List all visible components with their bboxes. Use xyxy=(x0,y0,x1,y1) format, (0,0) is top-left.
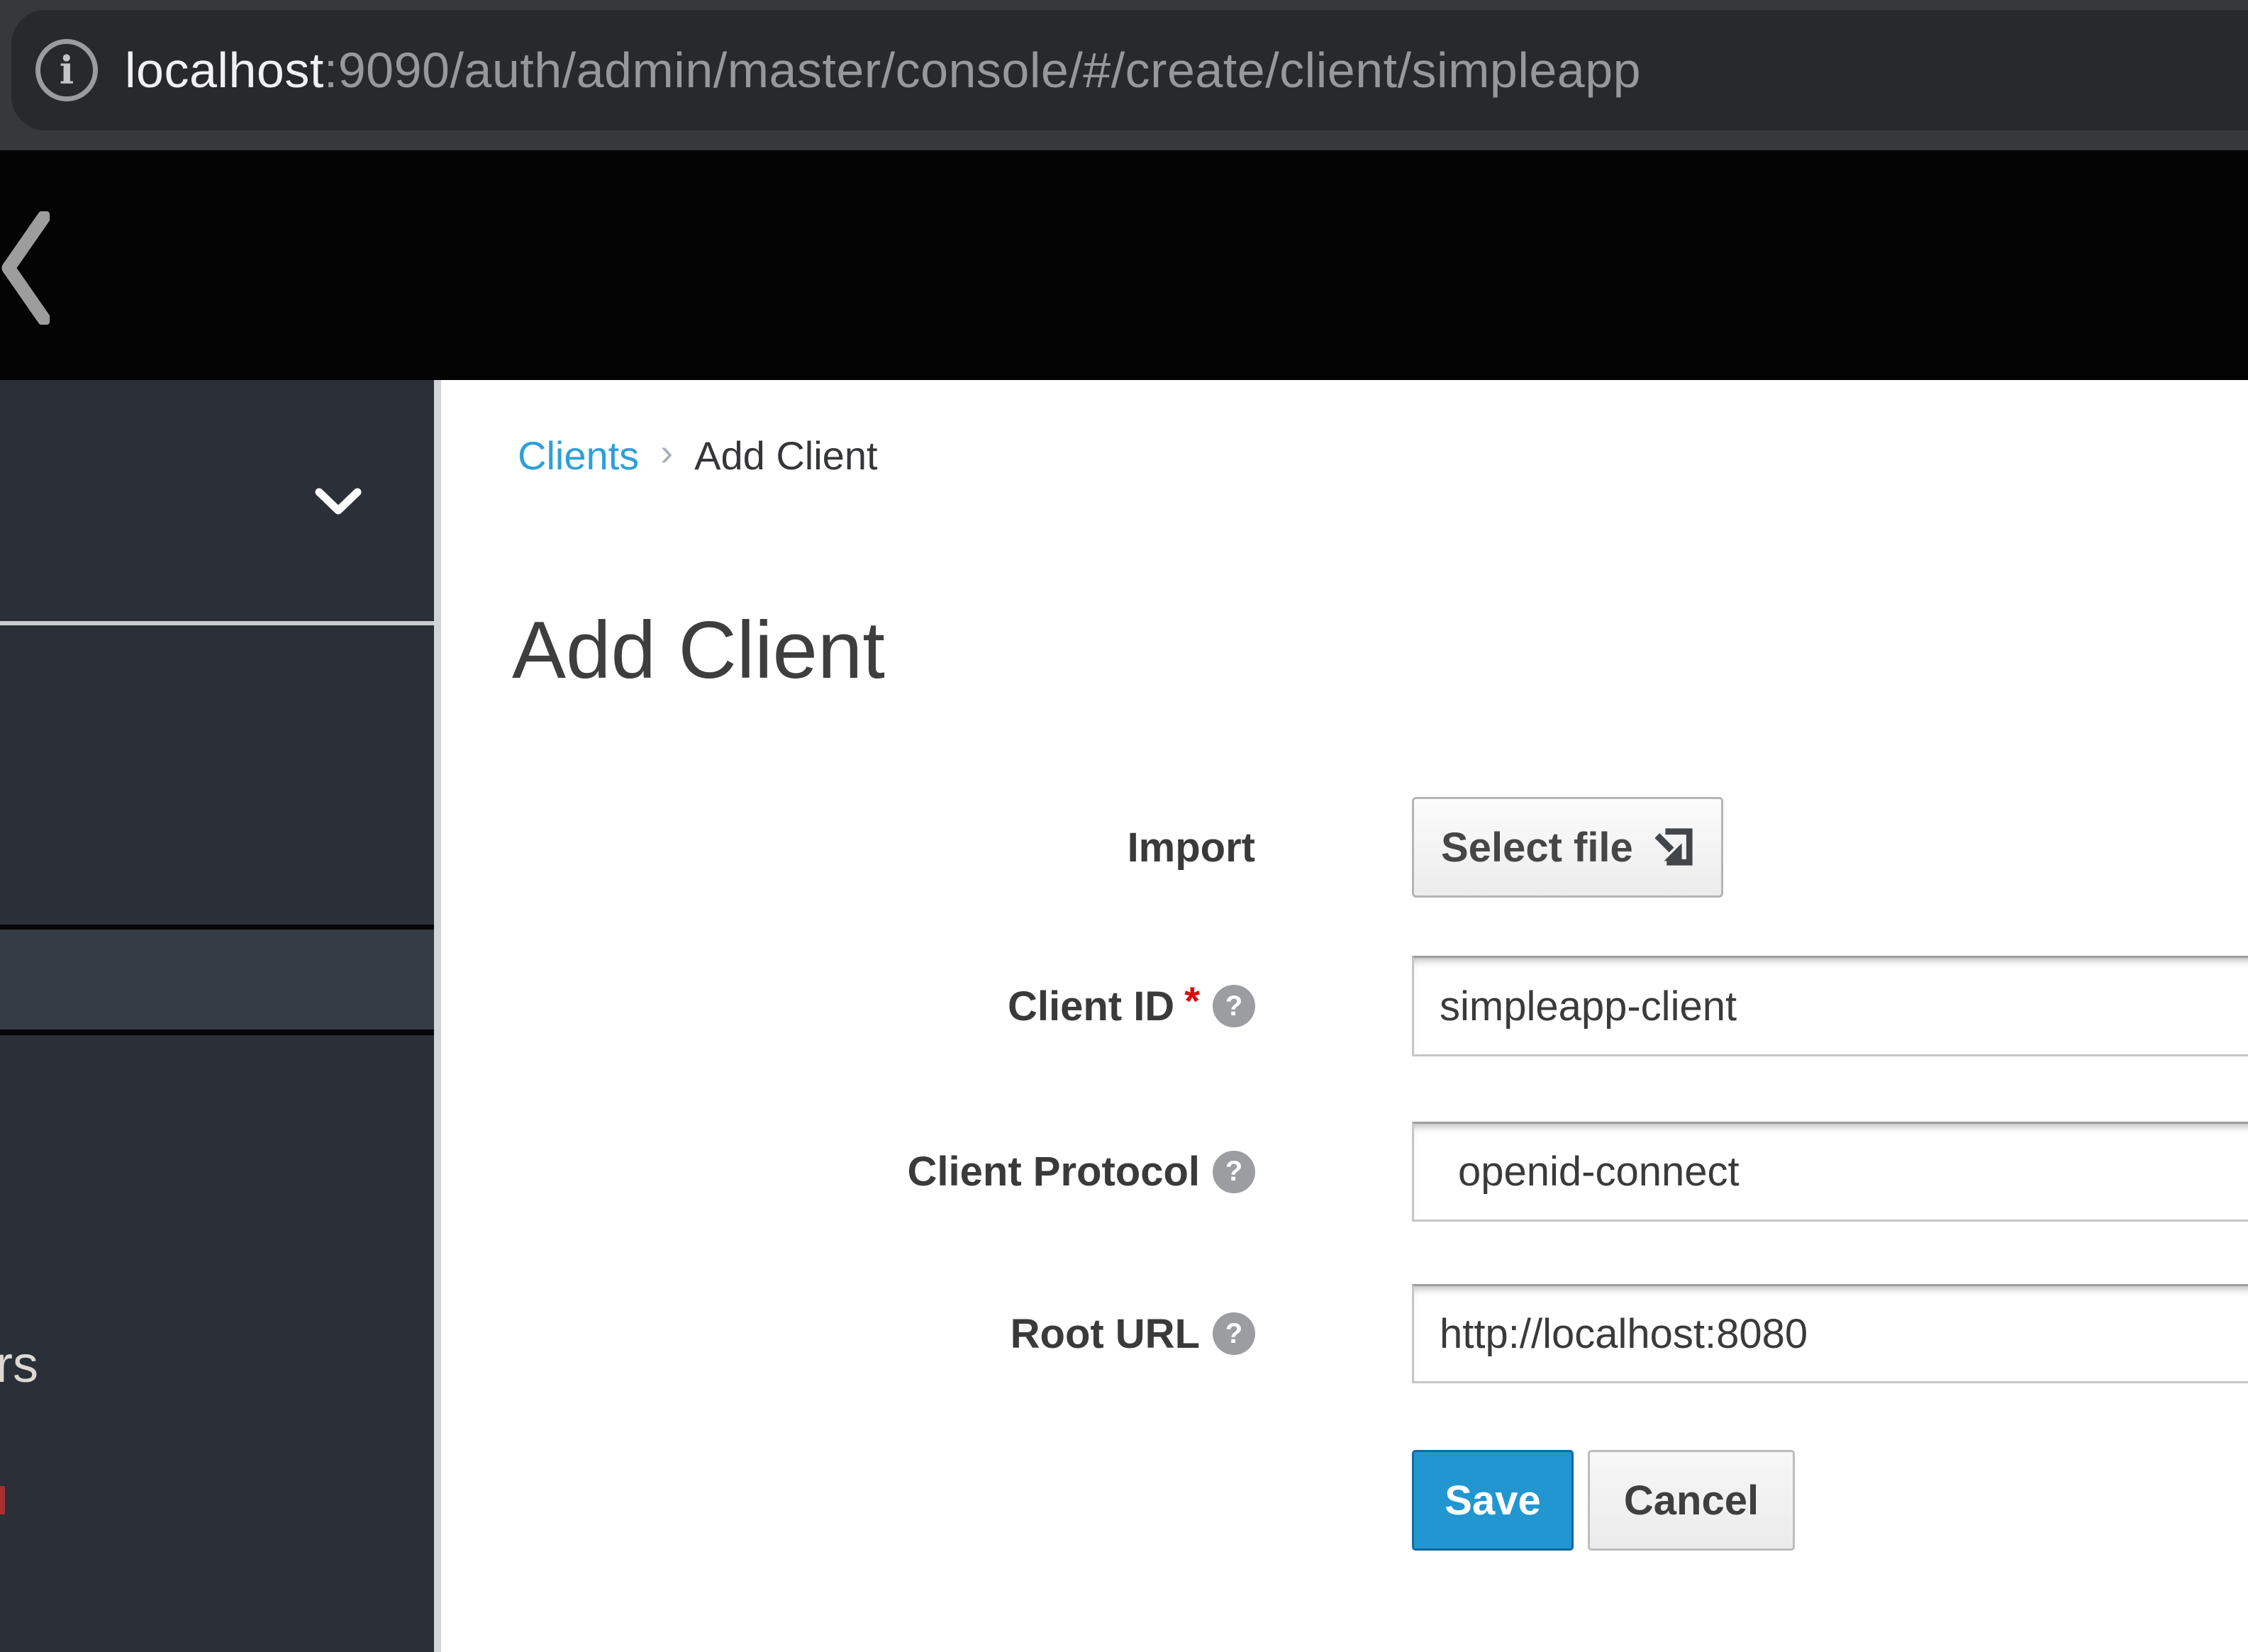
client-id-input[interactable] xyxy=(1412,956,2248,1056)
required-asterisk: * xyxy=(1184,978,1200,1024)
select-file-label: Select file xyxy=(1441,824,1633,871)
form-row-client-id: Client ID * ? xyxy=(0,956,2248,1056)
help-glyph: ? xyxy=(1225,1156,1242,1188)
help-icon[interactable]: ? xyxy=(1213,985,1255,1027)
chevron-right-icon: › xyxy=(660,430,673,474)
app-header xyxy=(0,150,2248,380)
import-icon xyxy=(1653,827,1694,868)
help-icon[interactable]: ? xyxy=(1213,1312,1255,1355)
save-button[interactable]: Save xyxy=(1412,1450,1574,1551)
form-row-root-url: Root URL ? xyxy=(0,1284,2248,1383)
address-bar[interactable]: i localhost:9090/auth/admin/master/conso… xyxy=(11,10,2248,130)
import-label: Import xyxy=(1128,824,1255,871)
chevron-down-icon[interactable] xyxy=(315,488,362,518)
help-icon[interactable]: ? xyxy=(1213,1151,1255,1193)
info-glyph: i xyxy=(60,51,74,89)
form-row-client-protocol: Client Protocol ? openid-connect xyxy=(0,1122,2248,1222)
client-protocol-value: openid-connect xyxy=(1458,1148,1740,1195)
logo-fragment-icon xyxy=(0,211,50,325)
breadcrumb-clients-link[interactable]: Clients xyxy=(518,432,639,479)
cancel-button[interactable]: Cancel xyxy=(1588,1450,1795,1551)
url-path: :9090/auth/admin/master/console/#/create… xyxy=(324,43,1641,98)
url-text: localhost:9090/auth/admin/master/console… xyxy=(125,42,1641,99)
client-protocol-label: Client Protocol xyxy=(908,1148,1200,1195)
keycloak-add-client-screen: i localhost:9090/auth/admin/master/conso… xyxy=(0,0,2248,1652)
page-title: Add Client xyxy=(512,604,885,697)
url-host: localhost xyxy=(125,43,324,98)
browser-url-bar: i localhost:9090/auth/admin/master/conso… xyxy=(0,0,2248,150)
client-id-label: Client ID xyxy=(1008,983,1174,1030)
form-row-import: Import Select file xyxy=(0,797,2248,898)
root-url-input[interactable] xyxy=(1412,1284,2248,1383)
select-file-button[interactable]: Select file xyxy=(1412,797,1723,898)
client-protocol-select[interactable]: openid-connect xyxy=(1412,1122,2248,1222)
help-glyph: ? xyxy=(1225,1318,1242,1350)
sidebar-divider xyxy=(0,621,434,625)
help-glyph: ? xyxy=(1225,990,1242,1022)
site-info-icon[interactable]: i xyxy=(35,39,98,101)
root-url-label: Root URL xyxy=(1011,1310,1200,1358)
breadcrumb-current: Add Client xyxy=(694,432,877,479)
form-row-actions: Save Cancel xyxy=(0,1450,2248,1551)
breadcrumb: Clients › Add Client xyxy=(518,430,878,481)
